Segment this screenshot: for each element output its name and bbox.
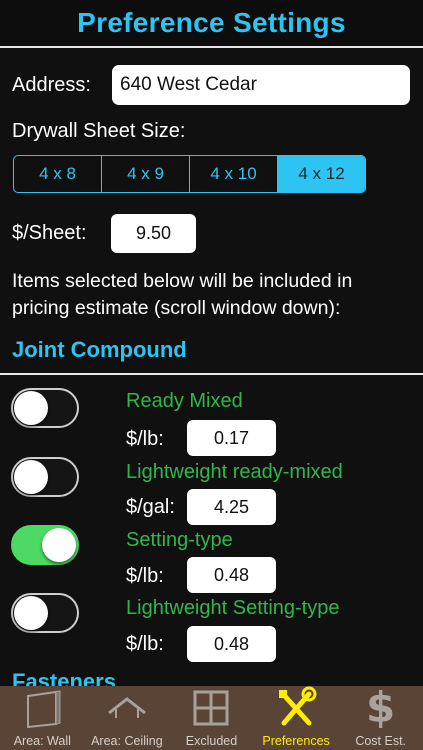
dollar-glyph: $	[366, 683, 396, 732]
tab-excluded[interactable]: Excluded	[169, 686, 254, 750]
sheet-size-option-4x10[interactable]: 4 x 10	[190, 156, 278, 192]
toggle-knob	[14, 596, 48, 630]
address-value: 640 West Cedar	[120, 74, 257, 95]
sheet-size-option-4x9[interactable]: 4 x 9	[102, 156, 190, 192]
sheet-price-value: 9.50	[135, 223, 172, 243]
toggle-knob	[14, 391, 48, 425]
item-name-lightweight-ready-mixed: Lightweight ready-mixed	[126, 461, 343, 483]
item-name-setting-type: Setting-type	[126, 529, 233, 551]
section-title-fasteners: Fasteners	[12, 669, 116, 686]
sheet-price-label: $/Sheet:	[12, 222, 87, 244]
tab-area-wall[interactable]: Area: Wall	[0, 686, 85, 750]
sheet-price-input[interactable]: 9.50	[111, 214, 196, 253]
tab-preferences[interactable]: Preferences	[254, 686, 339, 750]
roof-icon	[104, 686, 150, 730]
section-divider	[0, 373, 423, 375]
price-value-ready-mixed: 0.17	[213, 427, 250, 448]
unit-label-ready-mixed: $/lb:	[126, 428, 164, 450]
tab-area-ceiling[interactable]: Area: Ceiling	[85, 686, 170, 750]
item-name-lightweight-setting-type: Lightweight Setting-type	[126, 597, 340, 619]
tab-label-area-ceiling: Area: Ceiling	[91, 734, 163, 748]
toggle-ready-mixed[interactable]	[11, 388, 79, 428]
item-name-ready-mixed: Ready Mixed	[126, 390, 243, 412]
unit-label-lightweight-ready-mixed: $/gal:	[126, 496, 175, 518]
tools-icon	[273, 686, 319, 730]
address-label: Address:	[12, 74, 91, 96]
toggle-knob	[42, 528, 76, 562]
section-title-joint-compound: Joint Compound	[12, 337, 187, 362]
sheet-size-option-4x12[interactable]: 4 x 12	[278, 156, 365, 192]
unit-label-lightweight-setting-type: $/lb:	[126, 633, 164, 655]
dollar-icon: $	[366, 686, 395, 730]
page-title: Preference Settings	[77, 7, 346, 38]
tab-label-area-wall: Area: Wall	[13, 734, 71, 748]
price-input-lightweight-setting-type[interactable]: 0.48	[187, 626, 276, 662]
price-value-lightweight-ready-mixed: 4.25	[213, 496, 250, 517]
wall-panel-icon	[19, 686, 65, 730]
unit-label-setting-type: $/lb:	[126, 565, 164, 587]
price-value-setting-type: 0.48	[213, 564, 250, 585]
window-icon	[188, 686, 234, 730]
price-input-lightweight-ready-mixed[interactable]: 4.25	[187, 489, 276, 525]
tab-bar: Area: Wall Area: Ceiling Excluded Prefer…	[0, 686, 423, 750]
sheet-size-option-4x8[interactable]: 4 x 8	[14, 156, 102, 192]
price-input-setting-type[interactable]: 0.48	[187, 557, 276, 593]
toggle-knob	[14, 460, 48, 494]
drywall-size-label: Drywall Sheet Size:	[12, 120, 186, 142]
tab-label-cost-estimate: Cost Est.	[355, 734, 407, 748]
tab-label-preferences: Preferences	[262, 734, 330, 748]
tab-label-excluded: Excluded	[185, 734, 238, 748]
info-text: Items selected below will be included in…	[12, 270, 353, 319]
toggle-lightweight-setting-type[interactable]	[11, 593, 79, 633]
sheet-size-segmented-control: 4 x 8 4 x 9 4 x 10 4 x 12	[13, 155, 366, 193]
address-input[interactable]: 640 West Cedar	[112, 65, 410, 105]
toggle-setting-type[interactable]	[11, 525, 79, 565]
price-input-ready-mixed[interactable]: 0.17	[187, 420, 276, 456]
nav-header: Preference Settings	[0, 0, 423, 48]
price-value-lightweight-setting-type: 0.48	[213, 633, 250, 654]
tab-cost-estimate[interactable]: $ Cost Est.	[338, 686, 423, 750]
toggle-lightweight-ready-mixed[interactable]	[11, 457, 79, 497]
